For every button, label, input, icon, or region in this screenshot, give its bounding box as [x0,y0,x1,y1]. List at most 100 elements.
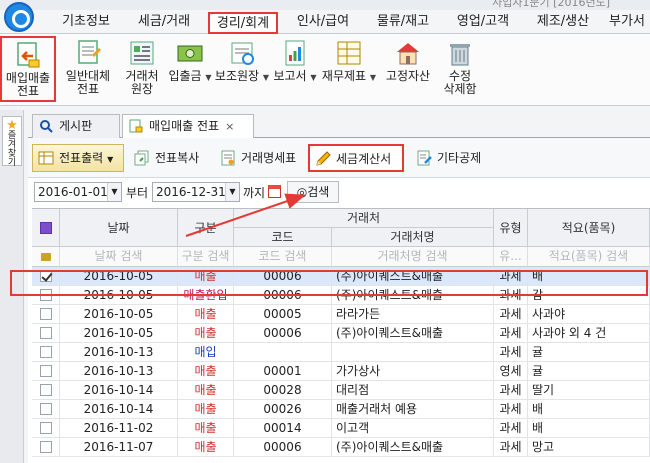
row-checkbox[interactable] [39,441,52,453]
row-kind-cell[interactable]: 과세 [494,286,528,305]
row-date-cell[interactable]: 2016-11-02 [60,419,178,438]
row-checkbox[interactable] [39,308,52,320]
memo-search-input[interactable]: 적요(품목) 검색 [528,247,650,267]
chevron-down-icon[interactable]: ▼ [107,183,121,201]
row-code-cell[interactable]: 00026 [234,400,332,419]
cash-io-button[interactable]: 입출금 ▼ [168,36,212,102]
menu-tax-trade[interactable]: 세금/거래 [124,12,204,34]
row-kind-cell[interactable]: 과세 [494,419,528,438]
row-type-cell[interactable]: 매출 [178,324,234,343]
row-code-cell[interactable]: 00005 [234,305,332,324]
row-checkbox-cell[interactable] [32,381,60,400]
search-button[interactable]: ◎검색 [287,181,339,203]
menu-sales-customer[interactable]: 영업/고객 [448,12,518,34]
menu-accounting[interactable]: 경리/회계 [208,12,278,34]
row-client-cell[interactable] [332,343,494,362]
header-kind[interactable]: 유형 [494,209,528,247]
code-search-input[interactable]: 코드 검색 [234,247,332,267]
header-select-all[interactable] [32,209,60,247]
header-client-name[interactable]: 거래처명 [332,228,494,247]
row-client-cell[interactable]: 이고객 [332,419,494,438]
row-code-cell[interactable]: 00006 [234,267,332,286]
menu-manufacturing[interactable]: 제조/생산 [528,12,598,34]
row-checkbox[interactable] [39,422,52,434]
row-memo-cell[interactable]: 귤 [528,343,650,362]
row-kind-cell[interactable]: 과세 [494,305,528,324]
calendar-icon[interactable] [268,185,281,198]
row-checkbox-cell[interactable] [32,362,60,381]
row-checkbox-cell[interactable] [32,419,60,438]
row-checkbox[interactable] [39,346,52,358]
row-memo-cell[interactable]: 망고 [528,438,650,457]
close-icon[interactable]: × [225,120,234,133]
row-checkbox[interactable] [39,403,52,415]
chevron-down-icon[interactable]: ▼ [225,183,239,201]
row-checkbox-cell[interactable] [32,438,60,457]
row-code-cell[interactable]: 00028 [234,381,332,400]
menu-logistics[interactable]: 물류/재고 [368,12,438,34]
row-checkbox[interactable] [39,365,52,377]
header-memo[interactable]: 적요(품목) [528,209,650,247]
row-type-cell[interactable]: 매출 [178,267,234,286]
client-name-search-input[interactable]: 거래처명 검색 [332,247,494,267]
row-memo-cell[interactable]: 사과야 외 4 건 [528,324,650,343]
row-date-cell[interactable]: 2016-10-14 [60,400,178,419]
row-kind-cell[interactable]: 과세 [494,267,528,286]
row-type-cell[interactable]: 매출 [178,381,234,400]
general-voucher-button[interactable]: 일반대체 전표 [60,36,116,102]
row-client-cell[interactable]: 매출거래처 예용 [332,400,494,419]
report-button[interactable]: 보고서 ▼ [272,36,318,102]
row-date-cell[interactable]: 2016-10-05 [60,324,178,343]
row-memo-cell[interactable]: 감 [528,286,650,305]
row-client-cell[interactable]: 가가상사 [332,362,494,381]
header-type[interactable]: 구분 [178,209,234,247]
row-client-cell[interactable]: 대리점 [332,381,494,400]
row-type-cell[interactable]: 매출 [178,400,234,419]
row-date-cell[interactable]: 2016-10-05 [60,267,178,286]
app-logo-icon[interactable] [4,2,34,32]
favorites-tab[interactable]: ★ 즐겨찾기 [2,116,22,168]
row-type-cell[interactable]: 매출 [178,362,234,381]
copy-voucher-button[interactable]: 전표복사 [128,144,208,172]
row-checkbox-cell[interactable] [32,343,60,362]
row-client-cell[interactable]: (주)아이퀘스트&매출 [332,267,494,286]
row-client-cell[interactable]: (주)아이퀘스트&매출 [332,286,494,305]
select-all-checkbox[interactable] [39,222,52,234]
row-type-cell[interactable]: 매출 [178,419,234,438]
row-client-cell[interactable]: (주)아이퀘스트&매출 [332,324,494,343]
row-code-cell[interactable]: 00006 [234,286,332,305]
row-date-cell[interactable]: 2016-10-14 [60,381,178,400]
row-client-cell[interactable]: (주)아이퀘스트&매출 [332,438,494,457]
row-type-cell[interactable]: 매출 [178,438,234,457]
row-checkbox[interactable] [39,327,52,339]
row-type-cell[interactable]: 매출환입 [178,286,234,305]
row-kind-cell[interactable]: 과세 [494,400,528,419]
row-checkbox-cell[interactable] [32,305,60,324]
other-deduction-button[interactable]: 기타공제 [410,144,496,172]
client-ledger-button[interactable]: 거래처 원장 [118,36,166,102]
row-checkbox[interactable] [39,270,52,282]
row-kind-cell[interactable]: 과세 [494,438,528,457]
tab-board[interactable]: 게시판 [32,114,120,138]
kind-search-input[interactable]: 유... [494,247,528,267]
row-code-cell[interactable]: 00006 [234,324,332,343]
row-type-cell[interactable]: 매입 [178,343,234,362]
row-memo-cell[interactable]: 배 [528,400,650,419]
header-code[interactable]: 코드 [234,228,332,247]
row-kind-cell[interactable]: 과세 [494,324,528,343]
financial-statement-button[interactable]: 재무제표 ▼ [320,36,378,102]
tab-purchase-sales-voucher[interactable]: 매입매출 전표 × [122,114,254,139]
print-voucher-button[interactable]: 전표출력 ▼ [32,144,124,172]
row-memo-cell[interactable]: 귤 [528,362,650,381]
row-code-cell[interactable]: 00014 [234,419,332,438]
row-date-cell[interactable]: 2016-10-05 [60,305,178,324]
row-memo-cell[interactable]: 배 [528,419,650,438]
fixed-asset-button[interactable]: 고정자산 [380,36,436,102]
from-date-input[interactable]: 2016-01-01 ▼ [34,182,122,202]
date-search-input[interactable]: 날짜 검색 [60,247,178,267]
row-kind-cell[interactable]: 과세 [494,343,528,362]
row-checkbox-cell[interactable] [32,400,60,419]
row-code-cell[interactable] [234,343,332,362]
menu-basic-info[interactable]: 기초정보 [52,12,120,34]
row-memo-cell[interactable]: 사과야 [528,305,650,324]
